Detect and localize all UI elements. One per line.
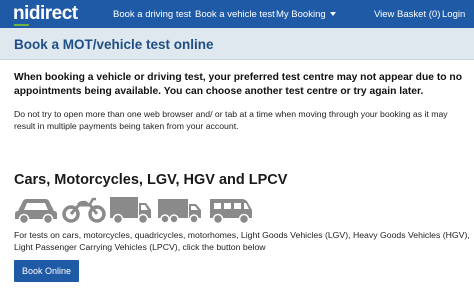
nav-label: View Basket (0)	[374, 8, 441, 20]
nav-label: Book a driving test	[113, 8, 192, 20]
nav-view-basket[interactable]: View Basket (0)	[374, 0, 440, 28]
logo-direct: direct	[28, 3, 78, 24]
top-navigation-bar: ni direct Book a driving test Book a vehi…	[0, 0, 474, 28]
caret-down-icon	[329, 12, 336, 16]
nav-label: Login	[442, 8, 466, 20]
nav-book-vehicle-test[interactable]: Book a vehicle test	[195, 0, 275, 28]
page-title: Book a MOT/vehicle test online	[14, 37, 214, 52]
lgv-van-icon	[109, 194, 153, 224]
logo-ni: ni	[13, 3, 29, 26]
vehicle-tests-description: For tests on cars, motorcycles, quadricy…	[14, 230, 470, 252]
vehicle-icons-row	[14, 194, 274, 226]
nav-label: Book a vehicle test	[195, 8, 275, 20]
nav-my-booking-dropdown[interactable]: My Booking	[276, 0, 336, 28]
nidirect-logo[interactable]: ni direct	[13, 3, 78, 26]
nav-book-driving-test[interactable]: Book a driving test	[113, 0, 191, 28]
car-icon	[14, 194, 58, 224]
book-online-button[interactable]: Book Online	[14, 260, 79, 282]
multiple-tabs-note: Do not try to open more than one web bro…	[14, 109, 448, 131]
hgv-truck-icon	[157, 194, 203, 224]
nav-login[interactable]: Login	[442, 0, 465, 28]
nav-label: My Booking	[276, 8, 326, 20]
section-title: Cars, Motorcycles, LGV, HGV and LPCV	[14, 172, 288, 188]
motorcycle-icon	[62, 194, 106, 224]
availability-warning: When booking a vehicle or driving test, …	[14, 72, 463, 97]
minibus-icon	[208, 194, 254, 224]
